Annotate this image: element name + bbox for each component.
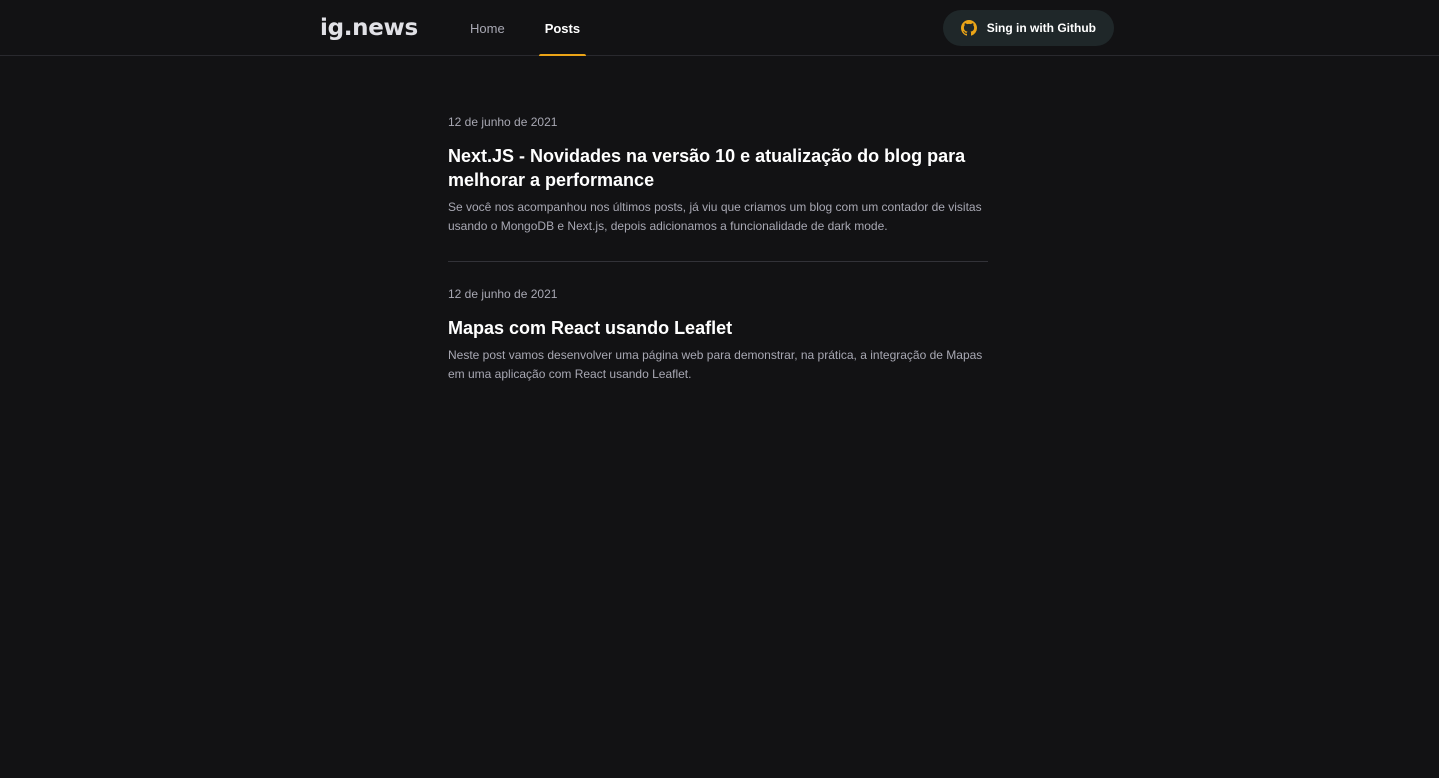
- github-icon: [960, 20, 977, 36]
- site-header: ig.news Home Posts Sing in with Github: [0, 0, 1439, 56]
- main-nav: Home Posts: [470, 0, 587, 56]
- post-title[interactable]: Mapas com React usando Leaflet: [448, 316, 988, 340]
- post-item[interactable]: 12 de junho de 2021 Next.JS - Novidades …: [448, 114, 988, 236]
- nav-link-posts[interactable]: Posts: [538, 0, 587, 56]
- post-date: 12 de junho de 2021: [448, 115, 558, 129]
- post-item[interactable]: 12 de junho de 2021 Mapas com React usan…: [448, 286, 988, 384]
- site-logo[interactable]: ig.news: [320, 15, 470, 41]
- post-excerpt: Se você nos acompanhou nos últimos posts…: [448, 200, 982, 233]
- posts-list: 12 de junho de 2021 Next.JS - Novidades …: [448, 114, 988, 384]
- post-date: 12 de junho de 2021: [448, 287, 558, 301]
- signin-label: Sing in with Github: [986, 21, 1096, 35]
- nav-link-home[interactable]: Home: [470, 0, 505, 56]
- post-title[interactable]: Next.JS - Novidades na versão 10 e atual…: [448, 144, 988, 192]
- signin-github-button[interactable]: Sing in with Github: [942, 10, 1114, 46]
- header-content: ig.news Home Posts Sing in with Github: [320, 0, 1114, 56]
- post-divider: [448, 261, 988, 262]
- post-excerpt: Neste post vamos desenvolver uma página …: [448, 348, 983, 381]
